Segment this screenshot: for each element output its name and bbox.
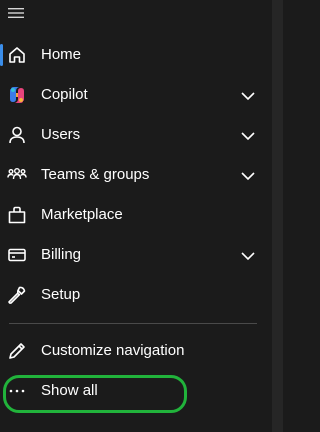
wrench-icon [7,285,27,305]
nav-item-label: Show all [41,382,98,399]
nav-item-marketplace[interactable]: Marketplace [0,195,272,235]
admin-center-page: Home Copilot Users Teams & groups Market… [0,0,283,432]
show-all-button[interactable]: Show all [0,371,272,411]
content-edge [272,0,283,432]
nav-item-home[interactable]: Home [0,35,272,75]
more-dots-icon [7,381,27,401]
credit-card-icon [7,245,27,265]
nav-item-label: Teams & groups [41,166,150,183]
people-group-icon [7,165,27,185]
nav-item-label: Setup [41,286,81,303]
nav-item-label: Home [41,46,82,63]
nav-item-label: Billing [41,246,82,263]
shopping-bag-icon [7,205,27,225]
chevron-down-icon[interactable] [240,249,256,261]
nav-item-label: Customize navigation [41,342,185,359]
nav-item-users[interactable]: Users [0,115,272,155]
user-icon [7,125,27,145]
nav-item-label: Marketplace [41,206,123,223]
copilot-icon [7,85,27,105]
chevron-down-icon[interactable] [240,129,256,141]
hamburger-icon[interactable] [7,6,25,20]
nav-item-teams-groups[interactable]: Teams & groups [0,155,272,195]
nav-item-billing[interactable]: Billing [0,235,272,275]
customize-navigation-button[interactable]: Customize navigation [0,331,272,371]
chevron-down-icon[interactable] [240,169,256,181]
pencil-icon [7,341,27,361]
nav-item-label: Users [41,126,81,143]
nav-item-label: Copilot [41,86,88,103]
nav-item-setup[interactable]: Setup [0,275,272,315]
nav-divider [9,323,257,324]
chevron-down-icon[interactable] [240,89,256,101]
nav-item-copilot[interactable]: Copilot [0,75,272,115]
navigation-panel: Home Copilot Users Teams & groups Market… [0,0,272,432]
home-icon [7,45,27,65]
